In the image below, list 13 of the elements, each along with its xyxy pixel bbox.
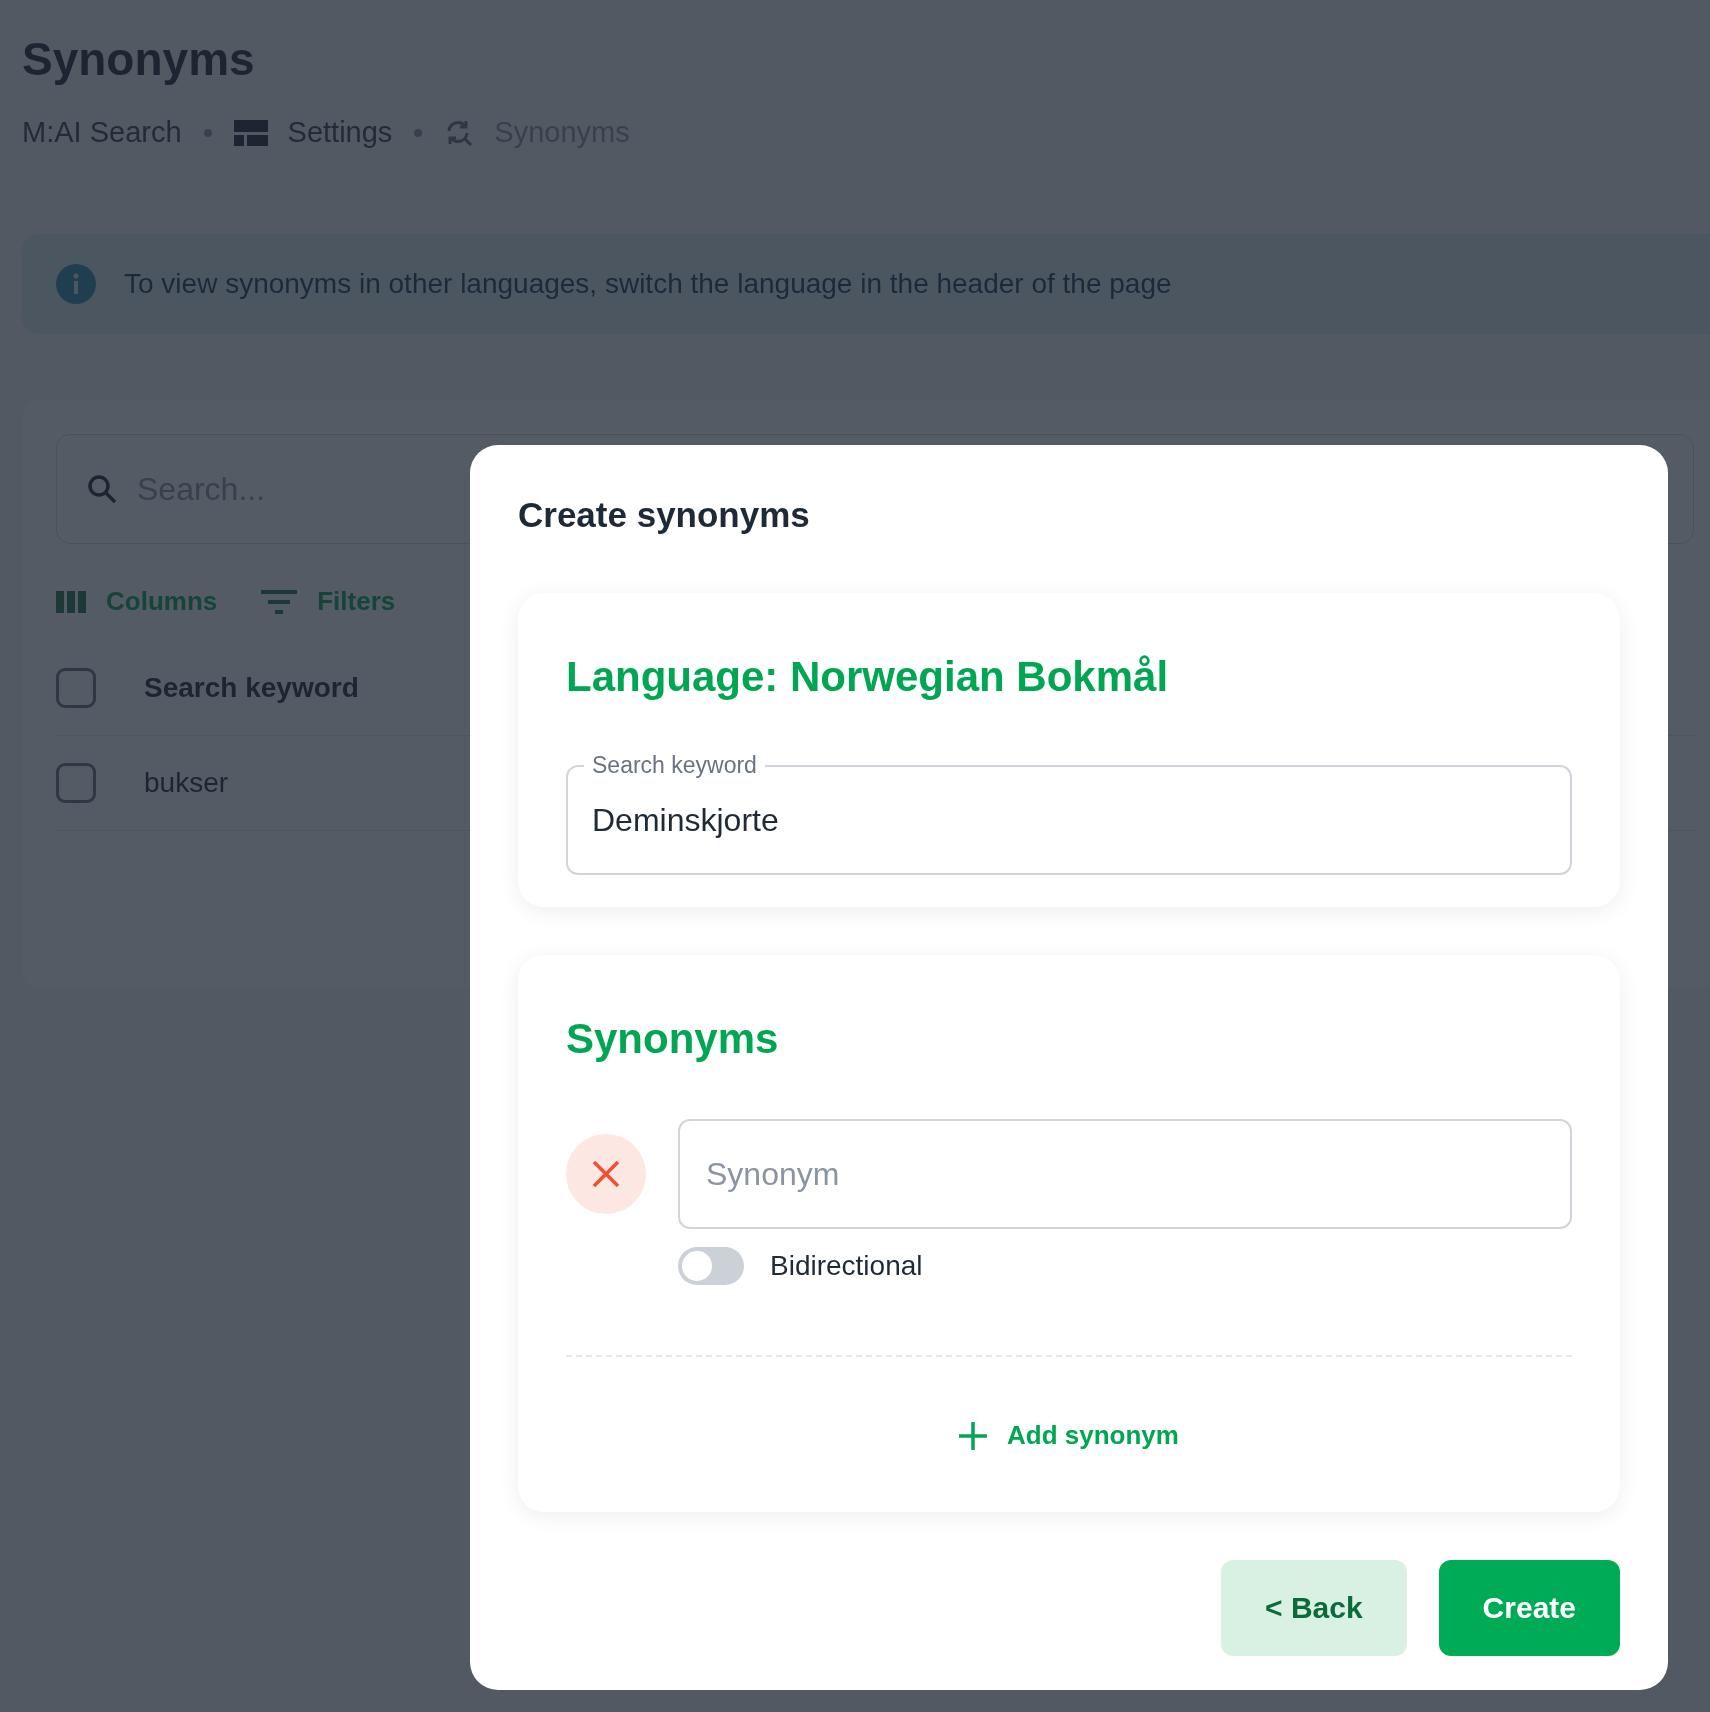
column-header: Search keyword [144, 672, 359, 704]
synonym-input[interactable]: Synonym [678, 1119, 1572, 1229]
back-button[interactable]: < Back [1221, 1560, 1407, 1656]
add-synonym-button[interactable]: Add synonym [953, 1419, 1185, 1452]
close-icon [591, 1159, 621, 1189]
table-cell: bukser [144, 767, 229, 799]
section-heading: Synonyms [566, 1015, 780, 1063]
bidirectional-toggle[interactable] [678, 1247, 744, 1285]
toggle-label: Bidirectional [770, 1250, 923, 1282]
section-heading: Language: Norwegian Bokmål [566, 653, 1170, 701]
create-button[interactable]: Create [1438, 1560, 1620, 1656]
plus-icon [959, 1421, 988, 1450]
modal-title: Create synonyms [518, 495, 811, 535]
